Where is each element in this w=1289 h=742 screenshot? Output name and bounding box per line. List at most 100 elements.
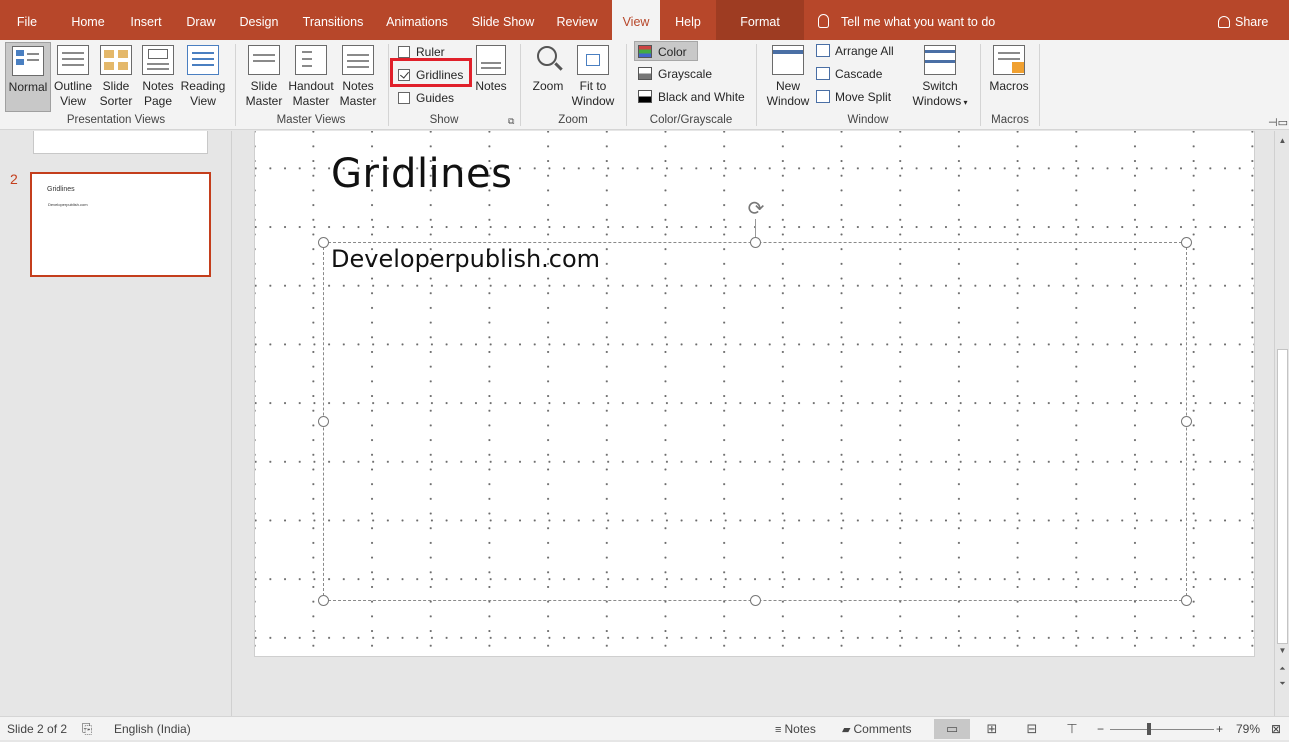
- tell-me-text: Tell me what you want to do: [841, 15, 996, 29]
- resize-handle-bottom[interactable]: [750, 595, 761, 606]
- zoom-slider-track[interactable]: [1110, 729, 1214, 730]
- tab-animations[interactable]: Animations: [380, 0, 454, 40]
- zoom-percent[interactable]: 79%: [1236, 717, 1260, 741]
- grayscale-label: Grayscale: [658, 67, 713, 81]
- normal-view-button[interactable]: Normal: [5, 42, 51, 112]
- resize-handle-left[interactable]: [318, 416, 329, 427]
- tab-insert[interactable]: Insert: [122, 0, 170, 40]
- grayscale-button[interactable]: Grayscale: [638, 64, 712, 84]
- tab-transitions[interactable]: Transitions: [296, 0, 370, 40]
- black-white-swatch-icon: [638, 90, 652, 103]
- guides-checkbox[interactable]: Guides: [398, 88, 454, 108]
- tab-help[interactable]: Help: [668, 0, 708, 40]
- tab-file[interactable]: File: [6, 0, 48, 40]
- scrollbar-thumb[interactable]: [1277, 349, 1288, 644]
- resize-handle-bottom-left[interactable]: [318, 595, 329, 606]
- reading-view-button[interactable]: Reading View: [180, 42, 226, 112]
- outline-label-1: Outline: [53, 79, 93, 93]
- rotate-handle-icon[interactable]: ⟳: [745, 198, 767, 220]
- notes-toggle-button[interactable]: Notes: [472, 42, 510, 112]
- language-indicator[interactable]: English (India): [114, 717, 191, 741]
- tab-format[interactable]: Format: [716, 0, 804, 40]
- resize-handle-top[interactable]: [750, 237, 761, 248]
- zoom-button[interactable]: Zoom: [528, 42, 568, 112]
- ribbon-separator: [1039, 44, 1040, 126]
- next-slide-icon[interactable]: ⏷: [1277, 678, 1288, 690]
- resize-handle-top-left[interactable]: [318, 237, 329, 248]
- comments-button[interactable]: ▰ Comments: [842, 717, 912, 741]
- guides-check-box[interactable]: [398, 92, 410, 104]
- arrange-all-button[interactable]: Arrange All: [816, 41, 894, 61]
- handout-master-button[interactable]: Handout Master: [286, 42, 336, 112]
- switch-windows-button[interactable]: Switch Windows ▾: [908, 42, 972, 112]
- black-white-button[interactable]: Black and White: [638, 87, 745, 107]
- fit-to-window-button[interactable]: Fit to Window: [570, 42, 616, 112]
- zoom-in-button[interactable]: +: [1216, 717, 1223, 741]
- person-icon: [1218, 16, 1230, 28]
- handout-master-icon: [295, 45, 327, 75]
- tab-view[interactable]: View: [612, 0, 660, 40]
- color-button[interactable]: Color: [634, 41, 698, 61]
- reading-view-status-button[interactable]: ⊟: [1014, 719, 1050, 739]
- macros-group-label: Macros: [991, 114, 1029, 126]
- zoom-slider-knob[interactable]: [1147, 723, 1151, 735]
- slide[interactable]: Gridlines ⟳ Developerpublish.com: [254, 131, 1255, 657]
- slide-show-status-button[interactable]: ⊤: [1054, 719, 1090, 739]
- new-window-button[interactable]: New Window: [764, 42, 812, 112]
- tab-review[interactable]: Review: [550, 0, 604, 40]
- notes-status-button[interactable]: ≡ Notes: [775, 717, 816, 741]
- tell-me-search[interactable]: Tell me what you want to do: [818, 0, 995, 40]
- slide-thumbnail-1[interactable]: [33, 131, 208, 154]
- tab-design[interactable]: Design: [232, 0, 286, 40]
- outline-view-button[interactable]: Outline View: [52, 42, 94, 112]
- slide-thumbnail-2[interactable]: Gridlines Developerpublish.com: [30, 172, 211, 277]
- slide-sorter-status-button[interactable]: ⊞: [974, 719, 1010, 739]
- macros-button[interactable]: Macros: [986, 42, 1032, 112]
- gridlines-highlight-box: [390, 58, 472, 87]
- notes-page-icon: [142, 45, 174, 75]
- outline-label-2: View: [60, 94, 86, 108]
- body-text[interactable]: Developerpublish.com: [331, 245, 600, 273]
- move-split-icon: [816, 90, 830, 103]
- move-split-button[interactable]: Move Split: [816, 87, 891, 107]
- slide-thumbnails-pane: 2 Gridlines Developerpublish.com: [0, 131, 232, 716]
- zoom-label: Zoom: [532, 79, 564, 93]
- share-button[interactable]: Share: [1218, 0, 1268, 40]
- notes-page-button[interactable]: Notes Page: [138, 42, 178, 112]
- switch-label-1: Switch: [922, 79, 958, 93]
- show-dialog-launcher-icon[interactable]: ⧉: [508, 116, 514, 127]
- normal-view-status-button[interactable]: ▭: [934, 719, 970, 739]
- slide-title[interactable]: Gridlines: [331, 151, 512, 197]
- spelling-check-icon[interactable]: ⎘: [82, 717, 92, 741]
- notes-master-button[interactable]: Notes Master: [337, 42, 379, 112]
- cascade-button[interactable]: Cascade: [816, 64, 882, 84]
- fit-label-1: Fit to: [579, 79, 607, 93]
- reading-view-icon: [187, 45, 219, 75]
- notes-page-label-1: Notes: [142, 79, 174, 93]
- ruler-check-box[interactable]: [398, 46, 410, 58]
- ribbon: Normal Outline View Slide Sorter Notes P…: [0, 40, 1289, 130]
- show-group-label: Show: [429, 114, 459, 126]
- pin-ribbon-icon[interactable]: ⊣▭: [1268, 116, 1288, 129]
- tab-home[interactable]: Home: [62, 0, 114, 40]
- resize-handle-top-right[interactable]: [1181, 237, 1192, 248]
- zoom-out-button[interactable]: −: [1097, 717, 1104, 741]
- fit-slide-icon[interactable]: ⊠: [1271, 717, 1281, 741]
- vertical-scrollbar[interactable]: ▲ ▼ ⏶ ⏷: [1274, 131, 1289, 716]
- slide-master-label-1: Slide: [250, 79, 278, 93]
- previous-slide-icon[interactable]: ⏶: [1277, 663, 1288, 675]
- sorter-label-1: Slide: [102, 79, 130, 93]
- scroll-up-icon[interactable]: ▲: [1277, 135, 1288, 147]
- slide-sorter-button[interactable]: Slide Sorter: [96, 42, 136, 112]
- resize-handle-bottom-right[interactable]: [1181, 595, 1192, 606]
- slide-master-icon: [248, 45, 280, 75]
- notes-page-label-2: Page: [143, 94, 173, 108]
- presentation-views-group-label: Presentation Views: [66, 114, 166, 126]
- resize-handle-right[interactable]: [1181, 416, 1192, 427]
- scroll-down-icon[interactable]: ▼: [1277, 645, 1288, 657]
- body-text-box[interactable]: Developerpublish.com: [323, 242, 1187, 601]
- tab-slide-show[interactable]: Slide Show: [466, 0, 540, 40]
- tab-draw[interactable]: Draw: [180, 0, 222, 40]
- slide-master-button[interactable]: Slide Master: [243, 42, 285, 112]
- magnifier-icon: [533, 44, 563, 76]
